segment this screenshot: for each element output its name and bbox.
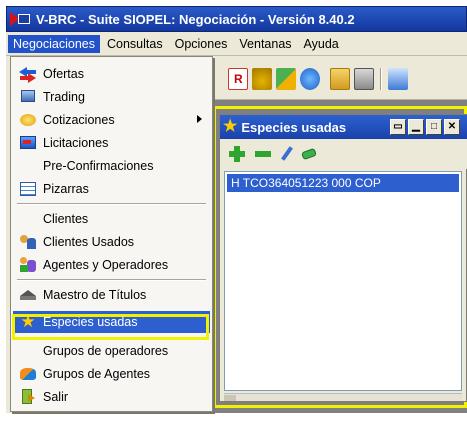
- globe-icon[interactable]: [300, 68, 320, 90]
- menu-item-label: Especies usadas: [43, 315, 138, 329]
- horizontal-scrollbar[interactable]: [224, 393, 462, 401]
- close-button[interactable]: ✕: [444, 119, 460, 135]
- menu-item-label: Licitaciones: [43, 136, 109, 150]
- submenu-arrow-icon: [197, 115, 202, 123]
- menu-item-clientes[interactable]: Clientes: [13, 208, 210, 230]
- star-icon: ★: [20, 312, 36, 331]
- menu-item-grupos-operadores[interactable]: Grupos de operadores: [13, 340, 210, 362]
- title-bar: V-BRC - Suite SIOPEL: Negociación - Vers…: [6, 6, 467, 32]
- window-icon[interactable]: [388, 68, 408, 90]
- maximize-button[interactable]: □: [426, 119, 442, 135]
- menu-item-grupos-agentes[interactable]: Grupos de Agentes: [13, 363, 210, 385]
- add-icon[interactable]: [228, 145, 246, 163]
- clients-icon: [19, 233, 37, 251]
- menu-item-label: Trading: [43, 90, 85, 104]
- menu-item-label: Salir: [43, 390, 69, 404]
- graduation-cap-icon: [19, 286, 37, 304]
- menu-item-ofertas[interactable]: Ofertas: [13, 63, 210, 85]
- menu-item-licitaciones[interactable]: Licitaciones: [13, 132, 210, 154]
- menu-item-clientes-usados[interactable]: Clientes Usados: [13, 231, 210, 253]
- menu-item-trading[interactable]: Trading: [13, 86, 210, 108]
- menu-item-label: Maestro de Títulos: [43, 288, 147, 302]
- especies-usadas-window: ★ Especies usadas ▭ ▁ □ ✕ H TCO364051223…: [219, 114, 467, 402]
- menu-ayuda[interactable]: Ayuda: [299, 35, 344, 53]
- arrows-swap-icon: [19, 65, 37, 83]
- calculator-icon[interactable]: [354, 68, 374, 90]
- menu-negociaciones[interactable]: Negociaciones: [8, 34, 100, 53]
- scrollbar-thumb[interactable]: [224, 395, 236, 401]
- menu-item-salir[interactable]: Salir: [13, 386, 210, 408]
- trade-icon[interactable]: [276, 68, 296, 90]
- menu-item-pre-confirmaciones[interactable]: Pre-Confirmaciones: [13, 155, 210, 177]
- main-toolbar: R: [214, 56, 467, 100]
- menu-separator: [17, 203, 206, 205]
- menu-item-label: Cotizaciones: [43, 113, 115, 127]
- report-icon[interactable]: R: [228, 68, 248, 90]
- exit-icon: [19, 388, 37, 406]
- app-window: V-BRC - Suite SIOPEL: Negociación - Vers…: [0, 0, 467, 423]
- menu-item-label: Grupos de operadores: [43, 344, 169, 358]
- menu-separator: [17, 279, 206, 281]
- menu-item-especies-usadas[interactable]: ★ Especies usadas: [13, 311, 210, 333]
- menu-item-label: Ofertas: [43, 67, 84, 81]
- species-list[interactable]: H TCO364051223 000 COP: [224, 171, 462, 391]
- money-bag-icon[interactable]: [252, 68, 272, 90]
- menu-opciones[interactable]: Opciones: [170, 35, 233, 53]
- toolbar-divider: [380, 68, 382, 90]
- menu-item-label: Clientes: [43, 212, 89, 226]
- menu-item-pizarras[interactable]: Pizarras: [13, 178, 210, 200]
- eraser-icon[interactable]: [300, 145, 318, 163]
- menu-item-cotizaciones[interactable]: Cotizaciones: [13, 109, 210, 131]
- restore-button[interactable]: ▭: [390, 119, 406, 135]
- lock-icon[interactable]: [330, 68, 350, 90]
- negociaciones-menu: Ofertas Trading Cotizaciones Licitacione…: [10, 56, 213, 412]
- panel-title: Especies usadas: [241, 119, 347, 135]
- menu-item-label: Clientes Usados: [43, 235, 135, 249]
- trading-icon: [19, 88, 37, 106]
- quotes-icon: [19, 111, 37, 129]
- board-icon: [19, 180, 37, 198]
- remove-icon[interactable]: [254, 145, 272, 163]
- panel-toolbar: [220, 139, 467, 169]
- edit-pencil-icon[interactable]: [278, 145, 296, 163]
- menu-item-agentes-operadores[interactable]: Agentes y Operadores: [13, 254, 210, 276]
- window-title: V-BRC - Suite SIOPEL: Negociación - Vers…: [36, 11, 355, 27]
- menu-item-label: Pizarras: [43, 182, 89, 196]
- menu-ventanas[interactable]: Ventanas: [234, 35, 296, 53]
- menu-bar: Negociaciones Consultas Opciones Ventana…: [6, 32, 467, 56]
- menu-item-maestro-titulos[interactable]: Maestro de Títulos: [13, 284, 210, 306]
- groups-icon: [19, 365, 37, 383]
- panel-title-bar: ★ Especies usadas ▭ ▁ □ ✕: [220, 115, 467, 139]
- minimize-button[interactable]: ▁: [408, 119, 424, 135]
- menu-item-label: Agentes y Operadores: [43, 258, 169, 272]
- menu-consultas[interactable]: Consultas: [102, 35, 168, 53]
- agents-icon: [19, 256, 37, 274]
- auction-icon: [19, 134, 37, 152]
- star-icon: ★: [223, 118, 238, 135]
- menu-item-label: Grupos de Agentes: [43, 367, 151, 381]
- app-logo-icon: [10, 10, 32, 28]
- menu-item-label: Pre-Confirmaciones: [43, 159, 154, 173]
- list-item[interactable]: H TCO364051223 000 COP: [227, 174, 459, 192]
